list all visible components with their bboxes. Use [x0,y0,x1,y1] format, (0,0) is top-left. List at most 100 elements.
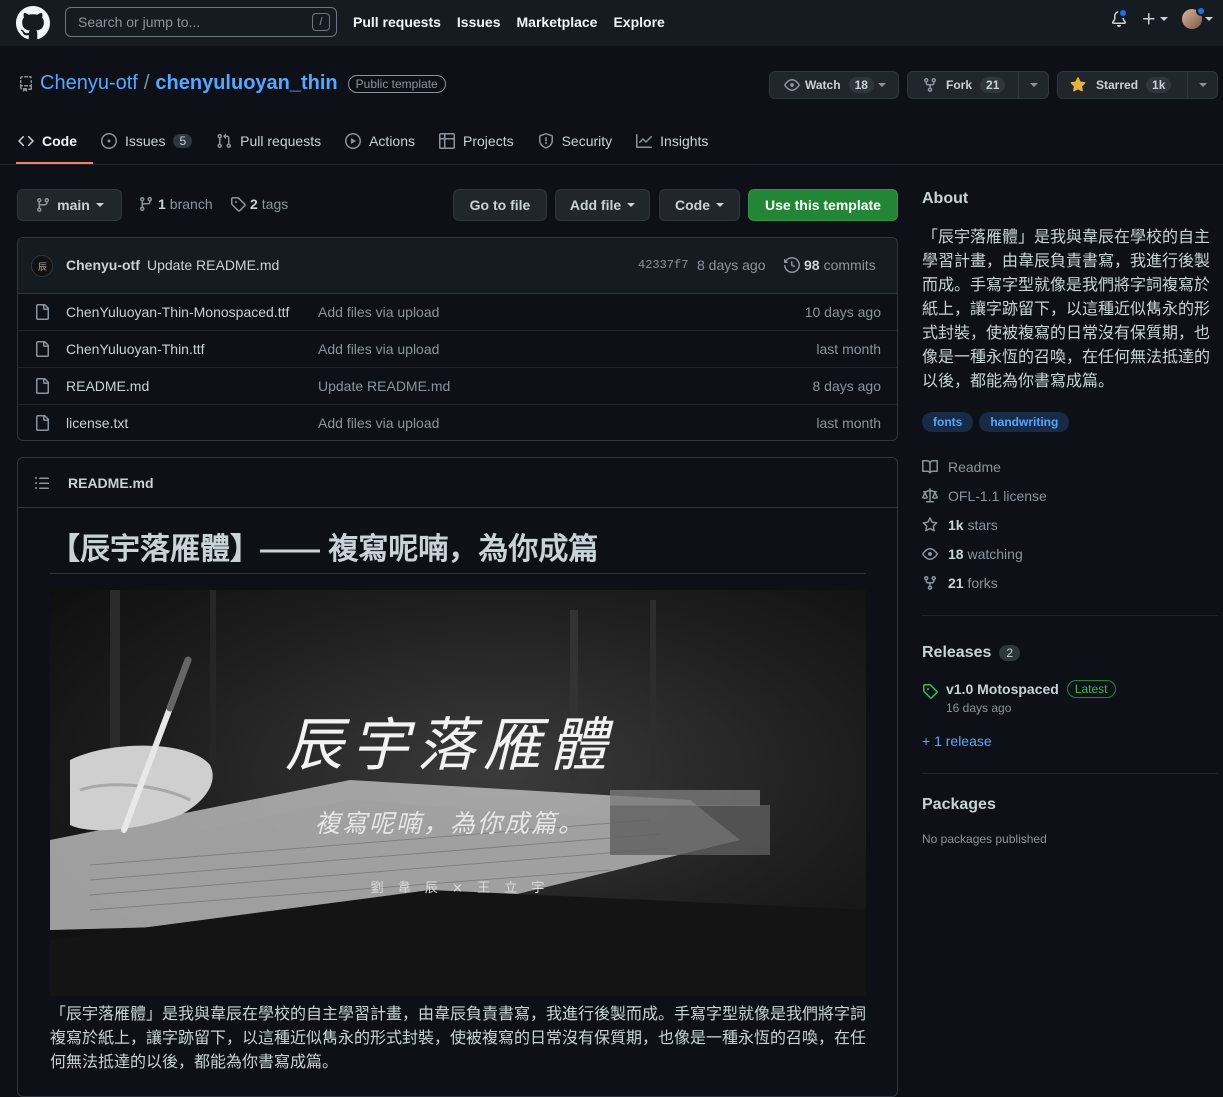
chevron-down-icon[interactable] [878,81,886,89]
sidebar-divider [922,773,1218,774]
topic-tag-fonts[interactable]: fonts [922,412,974,432]
caret-down-icon [1205,17,1213,21]
table-row[interactable]: ChenYuluoyan-Thin.ttf Add files via uplo… [18,331,897,368]
file-icon [36,415,49,431]
tab-insights[interactable]: Insights [636,128,708,154]
file-icon [36,304,49,320]
git-pull-request-icon [217,133,232,149]
table-row[interactable]: ChenYuluoyan-Thin-Monospaced.ttf Add fil… [18,294,897,331]
tab-label: Projects [463,133,514,149]
tab-pull-requests[interactable]: Pull requests [216,128,321,154]
use-template-button[interactable]: Use this template [748,189,898,221]
more-releases-link[interactable]: + 1 release [922,733,1218,749]
tab-label: Issues [125,133,166,149]
file-name-link[interactable]: README.md [66,378,149,394]
notifications-button[interactable] [1111,8,1128,27]
commits-link[interactable]: 98 commits [784,257,876,273]
releases-heading-row[interactable]: Releases 2 [922,644,1218,662]
commit-sha[interactable]: 42337f7 [638,258,688,272]
tab-issues[interactable]: Issues 5 [101,128,193,154]
repo-title: Chenyu-otf / chenyuluoyan_thin Public te… [18,72,446,95]
code-label: Code [675,197,710,213]
go-to-file-button[interactable]: Go to file [453,189,547,221]
file-commit-message[interactable]: Update README.md [318,378,450,394]
repo-forked-icon [924,575,936,590]
forks-word: forks [967,574,998,591]
tab-security[interactable]: Security [538,128,612,154]
file-icon [36,378,49,394]
table-icon [439,133,456,149]
releases-count: 2 [999,645,1021,661]
shield-icon [538,133,553,149]
license-link[interactable]: OFL-1.1 license [922,481,1218,510]
author-avatar[interactable]: 辰 [31,255,53,277]
file-name-link[interactable]: ChenYuluoyan-Thin.ttf [66,341,205,357]
latest-commit-row: 辰 Chenyu-otf Update README.md 42337f7 8 … [18,238,897,294]
tag-word: tags [261,196,289,212]
table-row[interactable]: README.md Update README.md 8 days ago [18,368,897,405]
tab-code[interactable]: Code [18,128,77,154]
tags-link[interactable]: 2 tags [230,196,288,212]
branch-select-button[interactable]: main [17,189,122,221]
file-age: last month [816,341,881,357]
readme-hero-image: 辰宇落雁體 複寫呢喃，為你成篇。 劉 韋 辰 × 王 立 宇 [50,590,866,996]
search-input[interactable]: Search or jump to... / [65,7,337,37]
readme-label: Readme [948,458,1001,475]
user-menu-button[interactable] [1182,6,1213,29]
tag-icon [231,197,246,212]
table-row[interactable]: license.txt Add files via upload last mo… [18,405,897,440]
github-logo-icon[interactable] [16,6,50,40]
file-age: 10 days ago [804,304,881,320]
chevron-down-icon[interactable] [1187,72,1217,98]
file-name-link[interactable]: license.txt [66,415,128,431]
commit-author[interactable]: Chenyu-otf [66,257,140,273]
chevron-down-icon[interactable] [1018,72,1048,98]
tab-actions[interactable]: Actions [345,128,415,154]
latest-release[interactable]: v1.0 Motospaced Latest 16 days ago [922,680,1218,715]
topics-list: fonts handwriting [922,412,1218,432]
branch-name: main [57,197,90,213]
nav-explore[interactable]: Explore [613,14,664,30]
caret-down-icon [95,203,104,207]
stars-link[interactable]: 1k stars [922,510,1218,539]
list-unordered-icon[interactable] [34,475,50,491]
create-new-button[interactable] [1141,11,1168,27]
about-description: 「辰宇落雁體」是我與韋辰在學校的自主學習計畫，由韋辰負責書寫，我進行後製而成。手… [922,229,1211,390]
repo-forked-icon [924,78,936,93]
play-icon [345,133,362,149]
readme-filename[interactable]: README.md [68,475,154,491]
code-dropdown-button[interactable]: Code [659,189,740,221]
packages-heading[interactable]: Packages [922,796,1218,814]
tab-label: Code [42,133,77,149]
hero-credit: 劉 韋 辰 × 王 立 宇 [371,881,550,896]
nav-marketplace[interactable]: Marketplace [517,14,598,30]
topic-tag-handwriting[interactable]: handwriting [979,412,1070,432]
releases-heading: Releases [922,644,992,661]
watchers-link[interactable]: 18 watching [922,539,1218,568]
forks-link[interactable]: 21 forks [922,568,1218,597]
nav-pull-requests[interactable]: Pull requests [353,14,441,30]
release-name[interactable]: v1.0 Motospaced [946,681,1059,697]
file-commit-message[interactable]: Add files via upload [318,304,439,320]
commit-message[interactable]: Update README.md [147,257,279,273]
file-commit-message[interactable]: Add files via upload [318,415,439,431]
fork-count: 21 [980,77,1006,93]
about-heading: About [922,190,969,207]
commit-word: commits [823,257,876,273]
readme-link[interactable]: Readme [922,452,1218,481]
nav-issues[interactable]: Issues [457,14,501,30]
repo-name-link[interactable]: chenyuluoyan_thin [155,72,337,95]
branches-link[interactable]: 1 branch [138,196,213,212]
file-commit-message[interactable]: Add files via upload [318,341,439,357]
fork-button[interactable]: Fork 21 [907,71,1049,99]
eye-icon [922,547,938,560]
tab-projects[interactable]: Projects [439,128,514,154]
watch-button[interactable]: Watch 18 [769,71,899,99]
add-file-button[interactable]: Add file [555,189,650,221]
file-name-link[interactable]: ChenYuluoyan-Thin-Monospaced.ttf [66,304,289,320]
release-age: 16 days ago [946,701,1012,715]
repo-owner-link[interactable]: Chenyu-otf [40,72,138,95]
star-button[interactable]: Starred 1k [1057,71,1218,99]
global-nav: Pull requests Issues Marketplace Explore [353,14,665,30]
stars-word: stars [967,516,998,533]
